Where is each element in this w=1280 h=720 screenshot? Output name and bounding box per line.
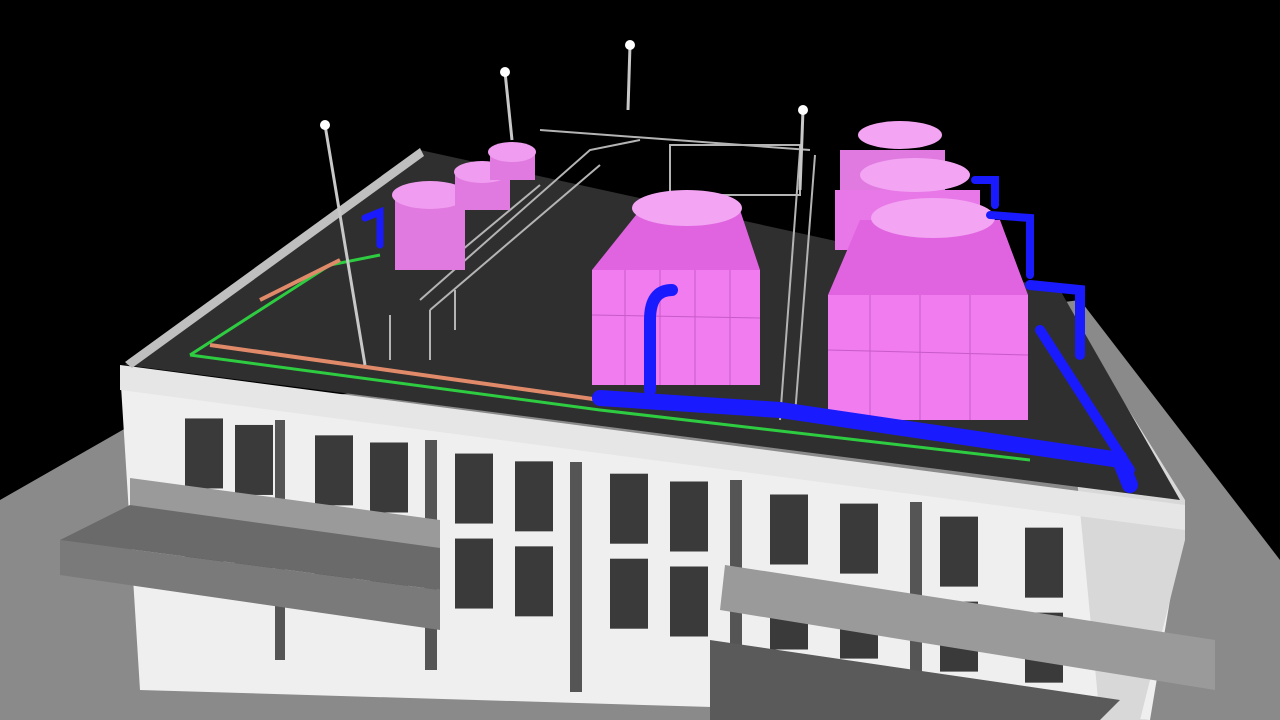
louver [610,473,648,544]
cooling-tower-right-front[interactable] [827,198,1029,420]
louver [235,424,273,495]
3d-model-viewport[interactable] [0,0,1280,720]
louver [515,461,553,532]
louver [455,453,493,524]
cooling-tower-small-3[interactable] [488,142,536,180]
louver [1025,527,1063,598]
louver [455,538,493,609]
louver [515,546,553,617]
louver [315,435,353,506]
louver [770,494,808,565]
louver [610,558,648,629]
light-pole [798,109,805,191]
louver [370,442,408,513]
louver [840,503,878,574]
light-fixture [625,40,635,50]
louver [185,418,223,489]
light-fixture [798,105,808,115]
louver [940,516,978,587]
light-pole [503,71,514,141]
light-fixture [320,120,330,130]
bim-model-scene[interactable] [0,0,1280,720]
light-pole [626,44,632,111]
louver [670,481,708,552]
light-fixture [500,67,510,77]
louver [670,566,708,637]
